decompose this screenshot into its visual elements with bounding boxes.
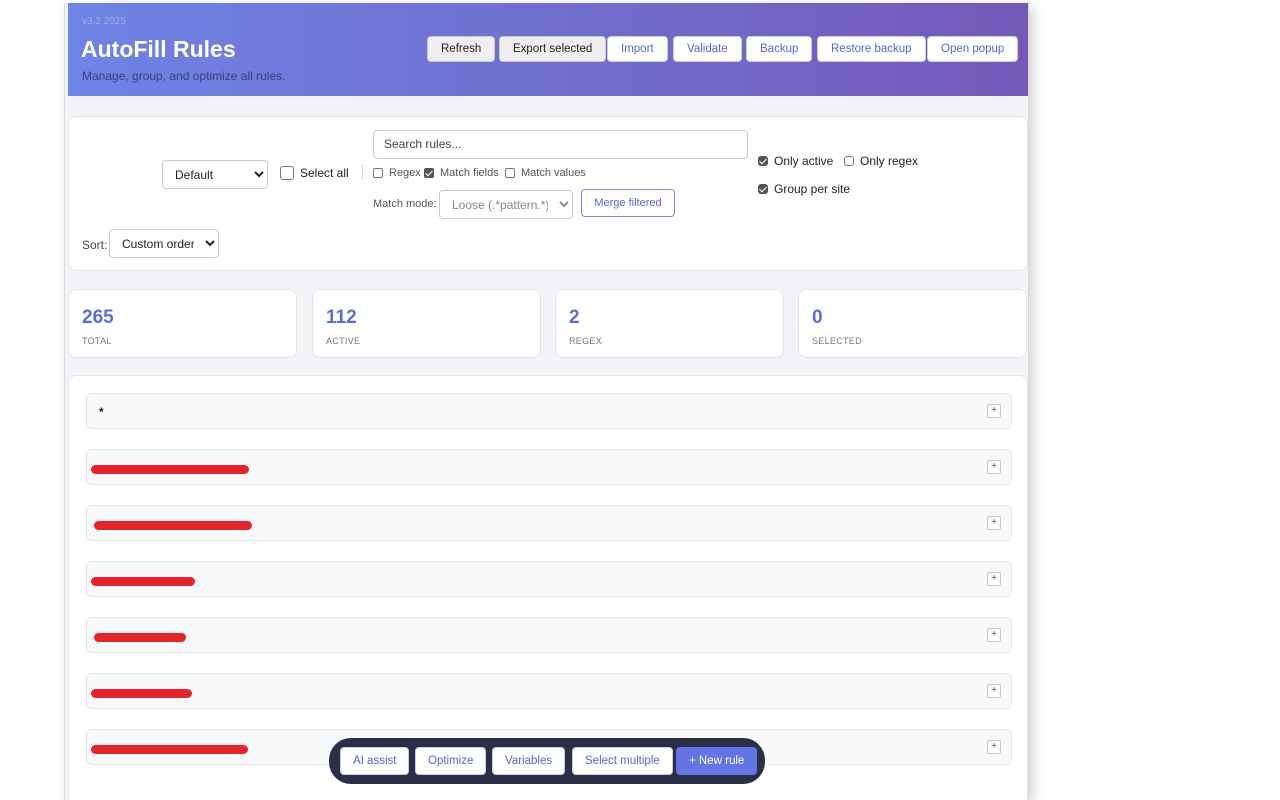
group-row[interactable]: + — [86, 449, 1012, 485]
bottom-action-bar: AI assist Optimize Variables Select mult… — [329, 738, 765, 784]
variables-button[interactable]: Variables — [492, 747, 566, 775]
match-fields-checkbox[interactable]: Match fields — [424, 167, 499, 179]
select-multiple-button[interactable]: Select multiple — [572, 747, 673, 775]
redaction-mark — [91, 465, 249, 474]
expand-icon[interactable]: + — [987, 404, 1001, 418]
regex-checkbox[interactable]: Regex — [373, 167, 421, 179]
stat-value: 112 — [326, 307, 357, 328]
stat-total: 265 TOTAL — [68, 289, 297, 358]
only-regex-checkbox[interactable]: Only regex — [844, 154, 918, 168]
divider — [362, 165, 363, 179]
stat-value: 2 — [569, 307, 580, 328]
validate-button[interactable]: Validate — [673, 36, 742, 62]
expand-icon[interactable]: + — [987, 740, 1001, 754]
group-per-site-label: Group per site — [774, 182, 851, 196]
match-values-box[interactable] — [505, 168, 515, 178]
regex-box[interactable] — [373, 168, 383, 178]
group-row[interactable]: + — [86, 673, 1012, 709]
regex-label: Regex — [389, 167, 421, 179]
rule-groups-list: * + + + + + + + — [68, 375, 1028, 800]
page-title: AutoFill Rules — [81, 36, 236, 62]
group-per-site-checkbox[interactable]: Group per site — [758, 182, 850, 196]
stat-label: REGEX — [569, 336, 603, 346]
ai-assist-button[interactable]: AI assist — [340, 747, 410, 775]
header: v3.2 2025 AutoFill Rules Manage, group, … — [68, 3, 1028, 96]
stat-label: TOTAL — [82, 336, 112, 346]
optimize-button[interactable]: Optimize — [415, 747, 487, 775]
version-label: v3.2 2025 — [82, 16, 126, 27]
select-all-box[interactable] — [280, 166, 294, 180]
filter-panel: Default Select all Search rules... Regex… — [68, 116, 1028, 271]
group-row[interactable]: + — [86, 561, 1012, 597]
expand-icon[interactable]: + — [987, 628, 1001, 642]
redaction-mark — [94, 521, 252, 530]
merge-filtered-button[interactable]: Merge filtered — [581, 189, 675, 217]
export-selected-button[interactable]: Export selected — [499, 36, 607, 62]
match-mode-select[interactable]: Loose (.*pattern.*) — [439, 190, 573, 219]
stat-value: 265 — [82, 307, 114, 328]
sort-label: Sort: — [82, 238, 108, 252]
sort-select[interactable]: Custom order — [109, 229, 219, 258]
match-values-checkbox[interactable]: Match values — [505, 167, 586, 179]
backup-button[interactable]: Backup — [746, 36, 813, 62]
select-all-label: Select all — [300, 166, 349, 180]
only-regex-box[interactable] — [844, 156, 854, 166]
expand-icon[interactable]: + — [987, 460, 1001, 474]
group-row[interactable]: + — [86, 505, 1012, 541]
expand-icon[interactable]: + — [987, 516, 1001, 530]
search-input[interactable]: Search rules... — [373, 130, 748, 159]
only-regex-label: Only regex — [860, 154, 919, 168]
refresh-button[interactable]: Refresh — [427, 36, 496, 62]
stat-value: 0 — [812, 307, 823, 328]
stat-label: SELECTED — [812, 336, 862, 346]
page-subtitle: Manage, group, and optimize all rules. — [82, 69, 286, 83]
stat-label: ACTIVE — [326, 336, 361, 346]
app-window: v3.2 2025 AutoFill Rules Manage, group, … — [64, 3, 1029, 800]
redaction-mark — [94, 633, 186, 642]
open-popup-button[interactable]: Open popup — [927, 36, 1019, 62]
new-rule-button[interactable]: + New rule — [676, 747, 758, 775]
group-row[interactable]: * + — [86, 393, 1012, 429]
import-button[interactable]: Import — [607, 36, 668, 62]
only-active-label: Only active — [774, 154, 834, 168]
only-active-box[interactable] — [758, 156, 768, 166]
match-fields-label: Match fields — [440, 167, 499, 179]
stat-active: 112 ACTIVE — [312, 289, 541, 358]
only-active-checkbox[interactable]: Only active — [758, 154, 833, 168]
group-per-site-box[interactable] — [758, 184, 768, 194]
expand-icon[interactable]: + — [987, 572, 1001, 586]
match-values-label: Match values — [521, 167, 586, 179]
restore-backup-button[interactable]: Restore backup — [817, 36, 926, 62]
match-fields-box[interactable] — [424, 168, 434, 178]
group-name: * — [99, 405, 104, 419]
stat-regex: 2 REGEX — [555, 289, 784, 358]
profile-select[interactable]: Default — [162, 160, 268, 189]
stat-selected: 0 SELECTED — [798, 289, 1027, 358]
redaction-mark — [91, 577, 195, 586]
redaction-mark — [91, 689, 192, 698]
redaction-mark — [91, 745, 248, 754]
expand-icon[interactable]: + — [987, 684, 1001, 698]
select-all-checkbox[interactable]: Select all — [280, 166, 349, 180]
match-mode-label: Match mode: — [373, 198, 437, 210]
group-row[interactable]: + — [86, 617, 1012, 653]
